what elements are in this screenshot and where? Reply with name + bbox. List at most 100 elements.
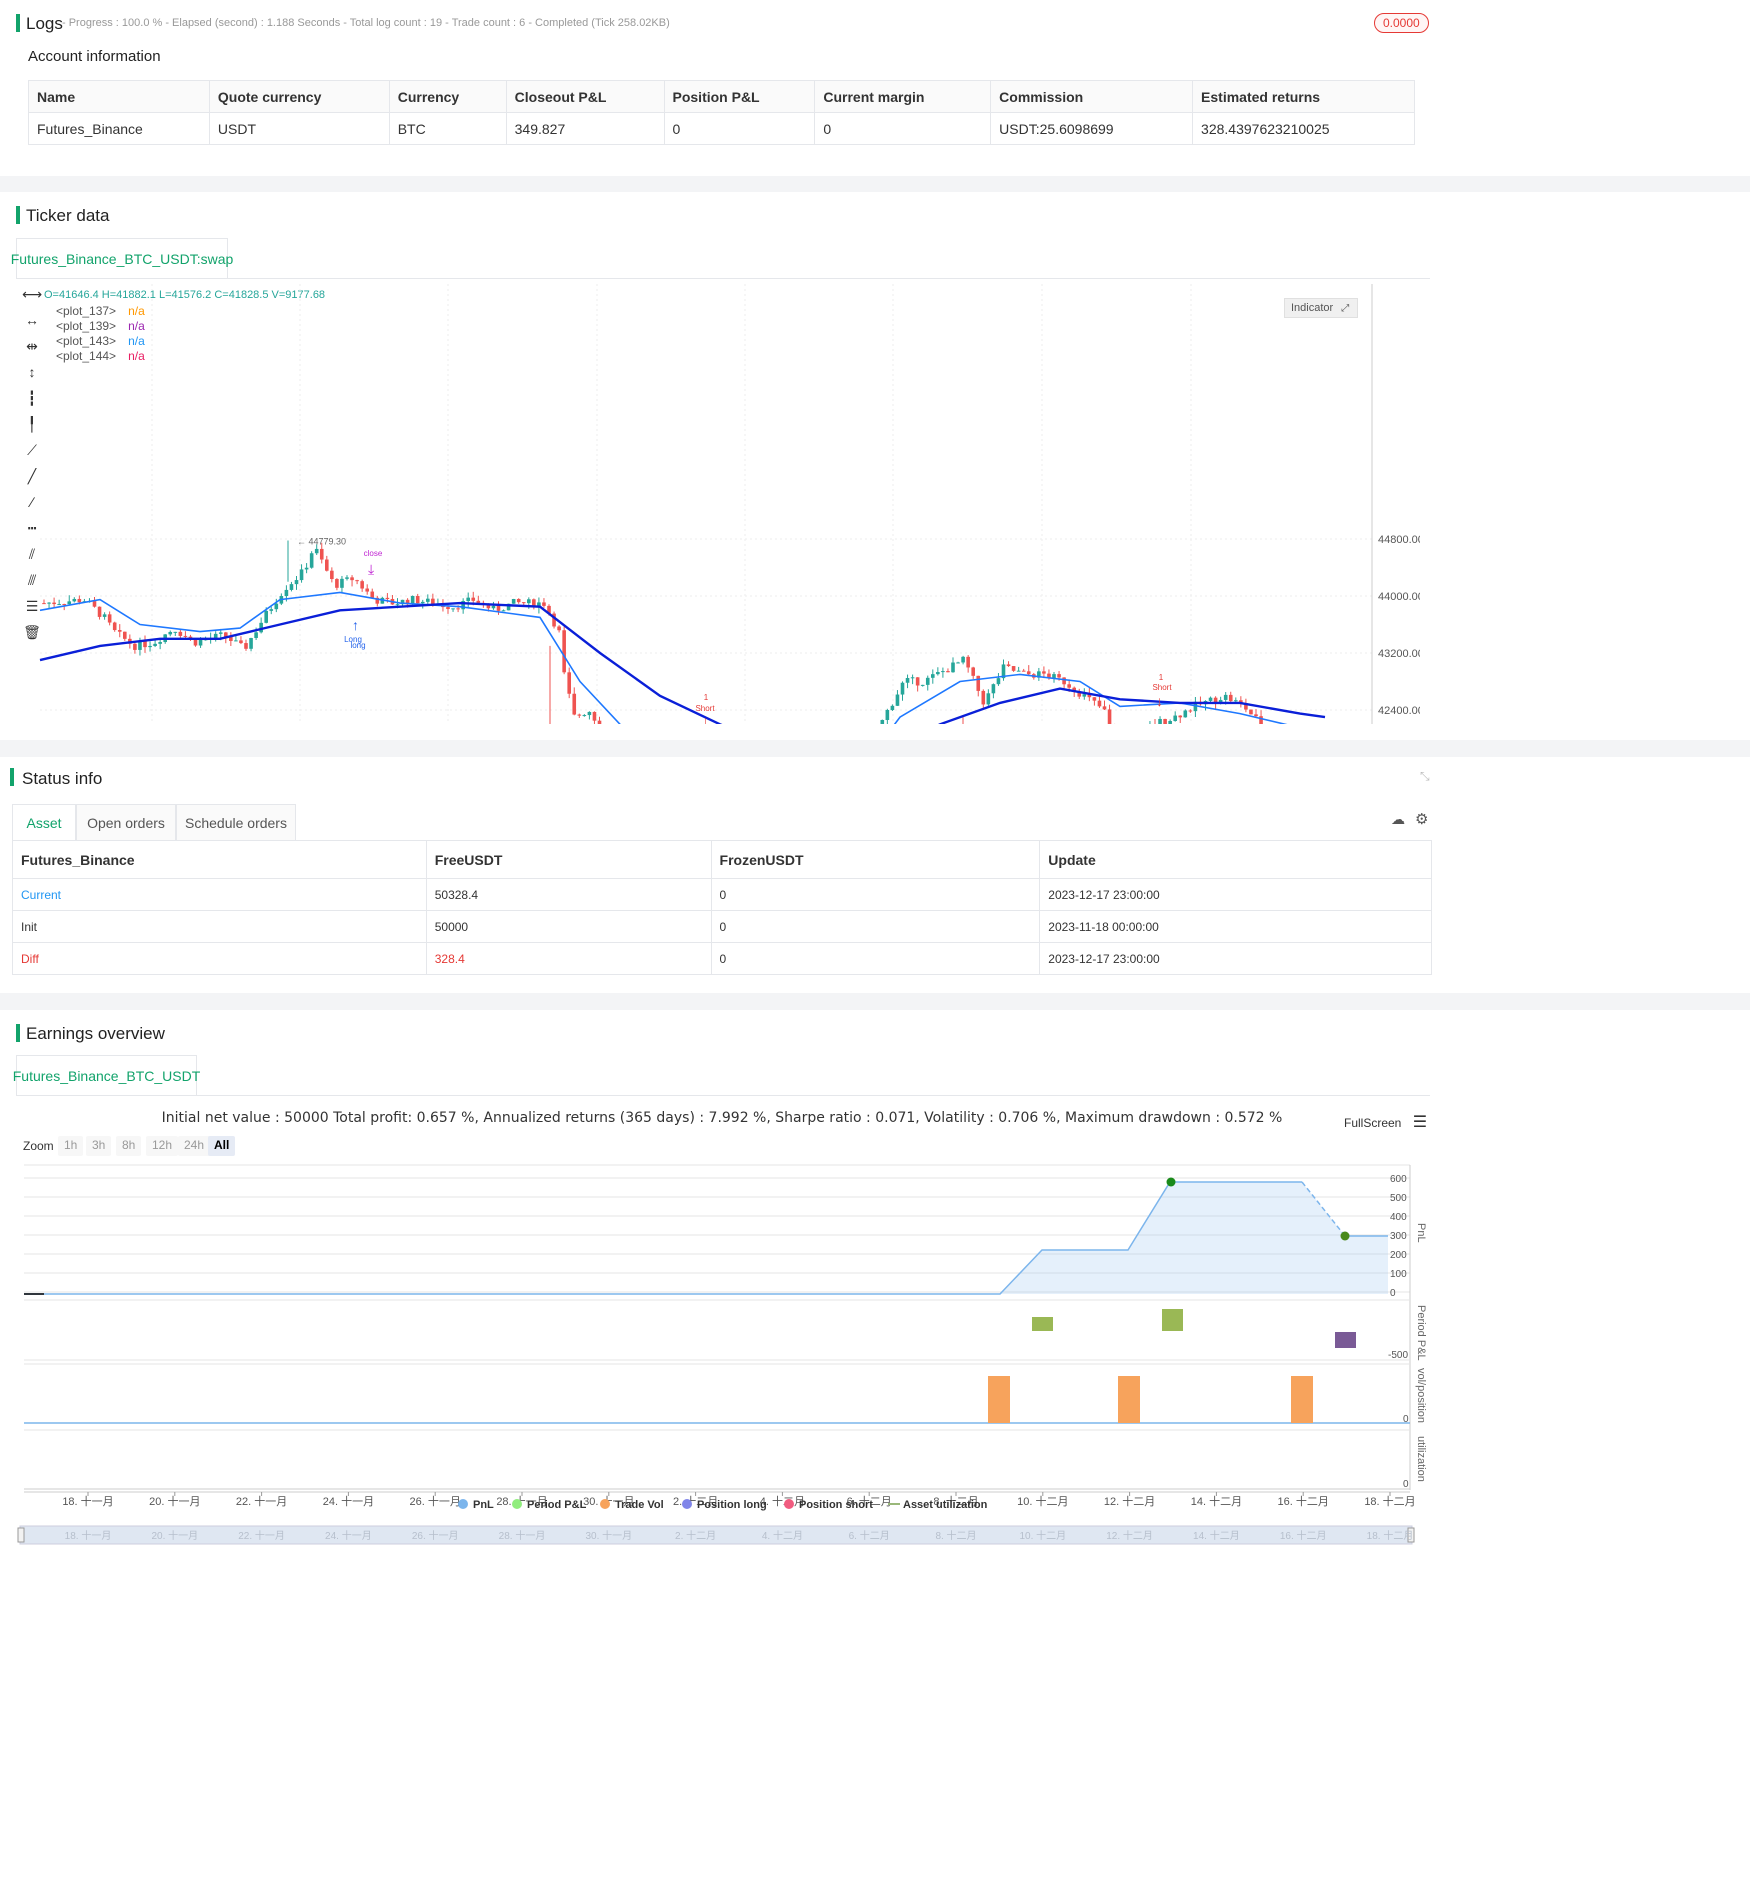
candlestick-chart[interactable]: ← 44779.30← 40228.30close⤓↑Longlong1Shor…	[0, 284, 1420, 724]
account-col-header: Name	[28, 80, 210, 113]
price-tick-label: 44800.00	[1378, 534, 1420, 546]
earnings-x-tick-label: 16. 十二月	[1278, 1494, 1329, 1508]
account-col-header: Commission	[990, 80, 1194, 113]
zoom-button-3h[interactable]: 3h	[86, 1136, 112, 1156]
high-marker: ← 44779.30	[297, 536, 346, 546]
account-col-header: Quote currency	[208, 80, 390, 113]
zoom-button-24h[interactable]: 24h	[178, 1136, 211, 1156]
pnl-tick-label: 600	[1390, 1174, 1407, 1185]
period-pnl-bar	[1335, 1332, 1356, 1348]
earnings-x-tick-label: 24. 十一月	[323, 1494, 374, 1508]
navigator-tick-label: 16. 十二月	[1280, 1529, 1327, 1542]
navigator-tick-label: 30. 十一月	[585, 1529, 632, 1542]
collapse-icon[interactable]: ⤡	[1420, 769, 1430, 784]
zoom-button-1h[interactable]: 1h	[58, 1136, 84, 1156]
util-tick-label: 0	[1403, 1479, 1409, 1490]
earnings-x-tick-label: 26. 十一月	[410, 1494, 461, 1508]
account-col-header: Position P&L	[663, 80, 816, 113]
asset-cell: 0	[710, 910, 1041, 943]
long-arrow-icon: ↑	[352, 617, 359, 633]
asset-col-header: FreeUSDT	[425, 840, 712, 879]
asset-cell: 2023-12-17 23:00:00	[1039, 878, 1432, 911]
account-col-header: Estimated returns	[1192, 80, 1415, 113]
earnings-x-tick-label: 12. 十二月	[1104, 1494, 1155, 1508]
tab-schedule-orders[interactable]: Schedule orders	[176, 804, 296, 840]
account-col-header: Closeout P&L	[505, 80, 665, 113]
earnings-title: Earnings overview	[26, 1024, 165, 1043]
status-section: Status info ⤡ Asset Open orders Schedule…	[0, 757, 1750, 993]
asset-cell: 328.4	[425, 942, 712, 975]
navigator-tick-label: 20. 十一月	[151, 1529, 198, 1542]
pnl-point-marker	[1340, 1231, 1350, 1241]
asset-cell: 50000	[425, 910, 712, 943]
trade-vol-bar	[1118, 1376, 1140, 1423]
account-cell: USDT	[208, 112, 390, 145]
zoom-button-12h[interactable]: 12h	[146, 1136, 179, 1156]
navigator-tick-label: 18. 十一月	[65, 1529, 112, 1542]
legend-item-label[interactable]: Position short	[799, 1499, 873, 1511]
short-arrow-icon: ↓	[702, 713, 709, 724]
legend-item-label[interactable]: Asset utilization	[903, 1499, 988, 1511]
trade-vol-bar	[988, 1376, 1010, 1423]
tab-open-orders[interactable]: Open orders	[76, 804, 176, 840]
short-signal-label: Short	[695, 704, 715, 713]
short-signal-label: Short	[1152, 683, 1172, 692]
pnl-tick-label: 0	[1390, 1288, 1396, 1299]
legend-dot-icon	[600, 1499, 610, 1509]
pnl-max-marker	[1166, 1177, 1176, 1187]
asset-col-header: Futures_Binance	[12, 840, 427, 879]
ticker-section: Ticker data Futures_Binance_BTC_USDT:swa…	[0, 192, 1750, 740]
account-cell: 328.4397623210025	[1192, 112, 1415, 145]
axis-title: Period P&L	[1415, 1305, 1427, 1361]
ticker-title: Ticker data	[26, 206, 110, 225]
price-tick-label: 42400.00	[1378, 705, 1420, 717]
axis-title: PnL	[1415, 1223, 1427, 1243]
tab-ticker-symbol[interactable]: Futures_Binance_BTC_USDT:swap	[11, 238, 233, 278]
account-cell: 0	[814, 112, 992, 145]
account-cell: Futures_Binance	[28, 112, 210, 145]
earnings-chart[interactable]: 600 500 400 300 200 100 0 -500 0 0 PnL Period P&L vo…	[0, 1160, 1440, 1550]
navigator-scrollbar[interactable]: 18. 十一月 20. 十一月 22. 十一月 24. 十一月 26. 十一月 28. 十…	[14, 1524, 1434, 1546]
short-signal-count: 1	[1159, 673, 1164, 682]
logs-title: Logs	[26, 14, 63, 33]
short-arrow-icon: ↓	[1156, 693, 1163, 709]
pnl-tick-label: 300	[1390, 1231, 1407, 1242]
account-col-header: Currency	[388, 80, 507, 113]
pnl-tick-label: 200	[1390, 1250, 1407, 1261]
asset-col-header: FrozenUSDT	[710, 840, 1041, 879]
tab-earnings-symbol[interactable]: Futures_Binance_BTC_USDT	[13, 1055, 200, 1095]
earnings-x-tick-label: 22. 十一月	[236, 1494, 287, 1508]
asset-cell: 0	[710, 942, 1041, 975]
zoom-button-8h[interactable]: 8h	[116, 1136, 142, 1156]
asset-cell: 2023-11-18 00:00:00	[1039, 910, 1432, 943]
pnl-tick-label: 100	[1390, 1269, 1407, 1280]
menu-icon[interactable]: ☰	[1413, 1114, 1427, 1131]
fullscreen-label: FullScreen	[1344, 1116, 1402, 1130]
legend-dot-icon	[784, 1499, 794, 1509]
logs-badge[interactable]: 0.0000	[1374, 13, 1429, 33]
tab-asset[interactable]: Asset	[12, 804, 76, 840]
close-signal-label: close	[364, 549, 383, 558]
account-cell: USDT:25.6098699	[990, 112, 1194, 145]
zoom-button-All[interactable]: All	[208, 1136, 236, 1156]
legend-item-label[interactable]: Trade Vol	[615, 1499, 664, 1511]
navigator-tick-label: 10. 十二月	[1019, 1529, 1066, 1542]
navigator-handle-left[interactable]	[17, 1527, 25, 1543]
section-marker	[16, 1024, 20, 1042]
settings-icon[interactable]: ⚙	[1415, 810, 1428, 828]
asset-cell: Diff	[12, 942, 427, 975]
fullscreen-button[interactable]: FullScreen ☰	[1344, 1112, 1427, 1132]
zoom-label: Zoom	[23, 1139, 54, 1153]
legend-item-label[interactable]: PnL	[473, 1499, 494, 1511]
asset-cell: 2023-12-17 23:00:00	[1039, 942, 1432, 975]
ma-fast-line	[39, 591, 1288, 724]
navigator-tick-label: 6. 十二月	[849, 1529, 890, 1542]
legend-item-label[interactable]: Period P&L	[527, 1499, 587, 1511]
navigator-tick-label: 18. 十二月	[1367, 1529, 1414, 1542]
download-icon[interactable]: ☁	[1391, 811, 1405, 828]
vol-tick-label: 0	[1403, 1414, 1409, 1425]
legend-item-label[interactable]: Position long	[697, 1499, 767, 1511]
price-tick-label: 43200.00	[1378, 648, 1420, 660]
period-pnl-bar	[1162, 1309, 1183, 1331]
pnl-area	[24, 1182, 1388, 1294]
